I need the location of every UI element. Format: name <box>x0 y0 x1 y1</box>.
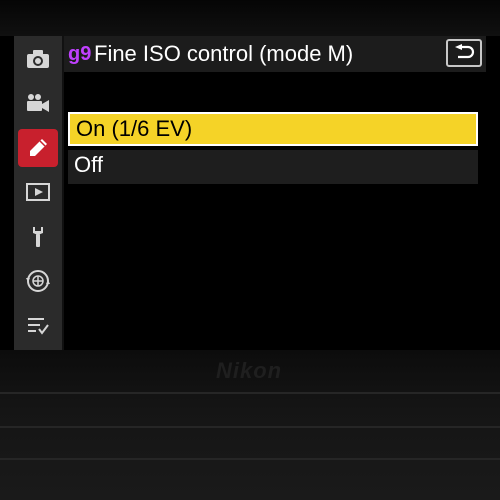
back-button[interactable] <box>446 39 482 67</box>
menu-sidebar <box>14 36 62 350</box>
wrench-icon <box>33 227 43 247</box>
return-arrow-icon <box>455 44 475 59</box>
my-menu-icon <box>28 318 49 335</box>
sidebar-item-photo-shooting[interactable] <box>18 40 58 78</box>
movie-camera-icon <box>27 94 49 112</box>
sidebar-item-playback[interactable] <box>18 173 58 211</box>
option-on[interactable]: On (1/6 EV) <box>68 112 478 146</box>
playback-icon <box>26 183 50 201</box>
camera-icon <box>27 50 49 68</box>
camera-bezel-top <box>0 0 500 36</box>
page-title: Fine ISO control (mode M) <box>94 41 354 66</box>
camera-lcd-screen: g9 Fine ISO control (mode M) On (1/6 EV)… <box>14 36 486 350</box>
menu-code-label: g9 <box>68 43 92 65</box>
nikon-logo: Nikon <box>216 358 283 383</box>
sidebar-item-custom-settings[interactable] <box>18 129 58 167</box>
network-icon <box>26 270 50 292</box>
sidebar-item-network[interactable] <box>18 262 58 300</box>
menu-header: g9 Fine ISO control (mode M) <box>64 36 486 72</box>
sidebar-item-my-menu[interactable] <box>18 306 58 344</box>
sidebar-item-setup[interactable] <box>18 218 58 256</box>
option-off[interactable]: Off <box>68 150 478 184</box>
pencil-icon <box>30 139 47 156</box>
sidebar-item-movie-shooting[interactable] <box>18 84 58 122</box>
sidebar-divider <box>62 36 64 350</box>
